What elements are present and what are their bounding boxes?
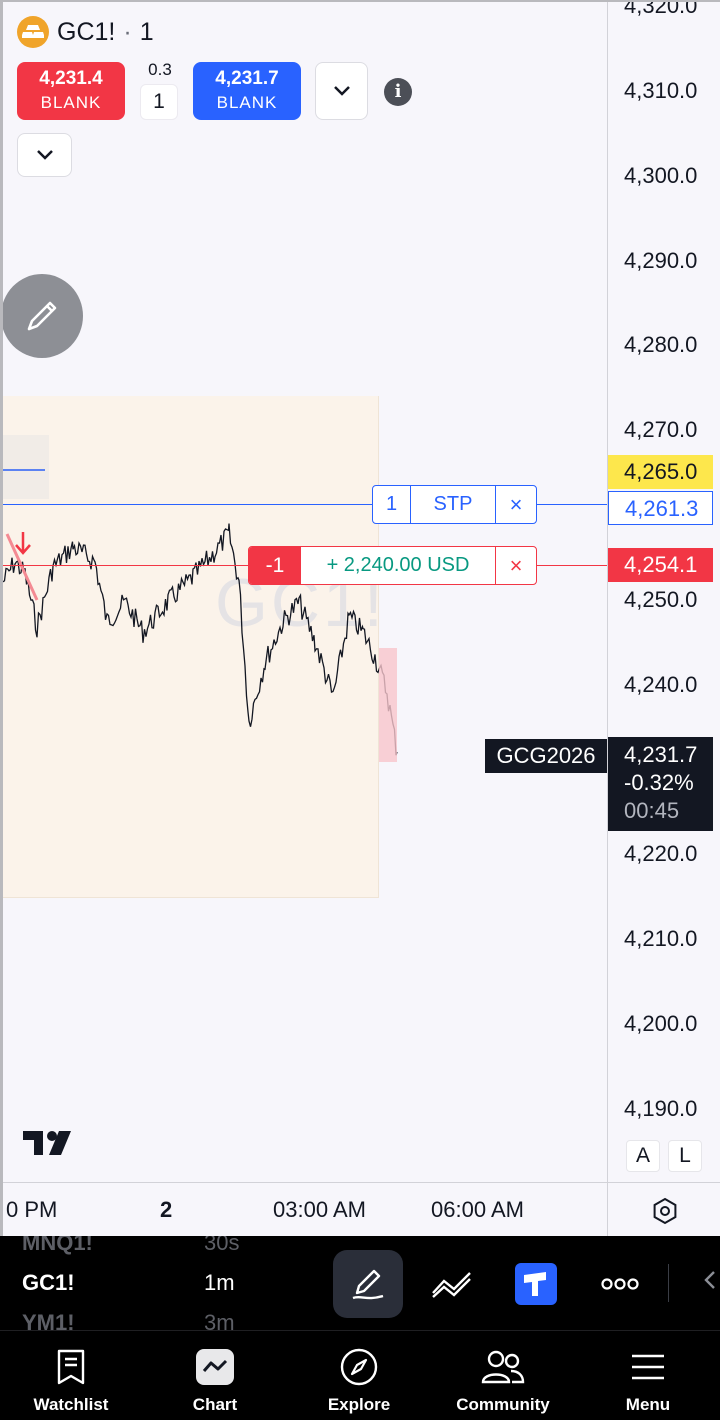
time-label: 06:00 AM bbox=[431, 1197, 524, 1222]
gold-bars-icon bbox=[17, 16, 49, 48]
price-axis-label: 4,270.0 bbox=[624, 417, 698, 443]
order-options-button[interactable] bbox=[315, 62, 368, 120]
price-axis-label: 4,190.0 bbox=[624, 1095, 698, 1121]
watchlist-interval[interactable]: 3m bbox=[204, 1310, 235, 1330]
last-price: 4,231.7 bbox=[624, 742, 698, 767]
position-tag[interactable]: -1 + 2,240.00 USD × bbox=[248, 546, 537, 585]
close-icon[interactable]: × bbox=[496, 486, 536, 523]
time-label: 2 bbox=[160, 1197, 173, 1222]
bottom-tab-bar: Watchlist Chart Explore Community Menu bbox=[0, 1330, 720, 1420]
price-axis[interactable]: 4,320.0 4,310.0 4,300.0 4,290.0 4,280.0 4,270… bbox=[607, 2, 720, 1182]
buy-label: BLANK bbox=[216, 93, 278, 112]
tab-menu[interactable]: Menu bbox=[578, 1331, 718, 1420]
watchlist-interval[interactable]: 30s bbox=[204, 1236, 239, 1256]
trading-panel-icon[interactable] bbox=[501, 1250, 571, 1318]
symbol-interval: 1 bbox=[139, 17, 154, 46]
log-scale-button[interactable]: L bbox=[668, 1140, 702, 1172]
symbol-name: GC1! bbox=[57, 17, 116, 46]
list-icon bbox=[56, 1339, 86, 1395]
compass-icon bbox=[339, 1339, 379, 1395]
chart-toolbar: MNQ1! 30s GC1! 1m YM1! 3m bbox=[0, 1236, 720, 1330]
people-icon bbox=[481, 1339, 525, 1395]
tab-label: Community bbox=[456, 1395, 550, 1414]
current-ticker[interactable]: GC1! bbox=[22, 1270, 75, 1296]
axis-separator bbox=[607, 1183, 608, 1236]
info-icon[interactable]: i bbox=[384, 78, 412, 106]
tab-explore[interactable]: Explore bbox=[289, 1331, 429, 1420]
stop-price-tag[interactable]: 4,261.3 bbox=[608, 491, 713, 525]
stop-order-tag[interactable]: 1 STP × bbox=[372, 485, 537, 524]
quantity-input[interactable]: 1 bbox=[140, 84, 178, 120]
legend-toggle-button[interactable] bbox=[17, 133, 72, 177]
price-axis-label: 4,290.0 bbox=[624, 247, 698, 273]
time-label: 03:00 AM bbox=[273, 1197, 366, 1222]
sell-button[interactable]: 4,231.4 BLANK bbox=[17, 62, 125, 120]
price-axis-label: 4,200.0 bbox=[624, 1010, 698, 1036]
watchlist-ticker[interactable]: YM1! bbox=[22, 1310, 75, 1330]
auto-scale-button[interactable]: A bbox=[626, 1140, 660, 1172]
symbol-header[interactable]: GC1! · 1 bbox=[17, 14, 154, 50]
price-series bbox=[3, 523, 398, 762]
bar-countdown: 00:45 bbox=[624, 798, 680, 823]
position-price-tag[interactable]: 4,254.1 bbox=[608, 548, 713, 582]
chart-icon bbox=[195, 1339, 235, 1395]
watchlist-ticker[interactable]: MNQ1! bbox=[22, 1236, 93, 1256]
stop-order-qty: 1 bbox=[373, 486, 411, 523]
trend-lines-icon[interactable] bbox=[417, 1250, 487, 1318]
pencil-icon bbox=[27, 301, 57, 331]
hamburger-icon bbox=[631, 1339, 665, 1395]
tab-watchlist[interactable]: Watchlist bbox=[1, 1331, 141, 1420]
price-axis-label: 4,310.0 bbox=[624, 78, 698, 103]
tradingview-logo[interactable] bbox=[23, 1128, 77, 1163]
close-icon[interactable]: × bbox=[496, 547, 536, 584]
buy-price: 4,231.7 bbox=[215, 68, 279, 89]
drawing-icon[interactable] bbox=[333, 1250, 403, 1318]
price-change: -0.32% bbox=[624, 770, 694, 795]
current-interval[interactable]: 1m bbox=[204, 1270, 235, 1296]
tab-community[interactable]: Community bbox=[433, 1331, 573, 1420]
more-icon[interactable] bbox=[585, 1250, 655, 1318]
tab-label: Watchlist bbox=[33, 1395, 109, 1414]
stop-order-type: STP bbox=[411, 486, 496, 523]
chart-settings-icon[interactable] bbox=[651, 1197, 679, 1230]
chevron-left-icon[interactable] bbox=[702, 1269, 716, 1296]
price-axis-label: 4,210.0 bbox=[624, 926, 698, 951]
price-axis-label: 4,280.0 bbox=[624, 332, 698, 358]
chevron-down-icon bbox=[333, 86, 350, 96]
price-axis-label: 4,240.0 bbox=[624, 671, 698, 697]
tab-chart[interactable]: Chart bbox=[145, 1331, 285, 1420]
price-axis-label: 4,300.0 bbox=[624, 162, 698, 188]
tab-label: Explore bbox=[327, 1395, 391, 1414]
buy-button[interactable]: 4,231.7 BLANK bbox=[193, 62, 301, 120]
chevron-down-icon bbox=[36, 150, 53, 160]
contract-label: GCG2026 bbox=[485, 739, 607, 773]
drawing-mode-button[interactable] bbox=[3, 274, 83, 358]
price-axis-label: 4,320.0 bbox=[624, 0, 698, 19]
time-axis[interactable]: 0 PM 2 03:00 AM 06:00 AM bbox=[3, 1182, 720, 1236]
tab-label: Menu bbox=[625, 1395, 671, 1414]
spread-value: 0.3 bbox=[148, 60, 172, 79]
sell-label: BLANK bbox=[40, 93, 102, 112]
price-axis-label: 4,220.0 bbox=[624, 841, 698, 867]
sell-price: 4,231.4 bbox=[39, 68, 103, 89]
chart-area[interactable]: GC1! GC1! · 1 4,231.4 BLANK 0.3 1 4,231.… bbox=[0, 0, 720, 1236]
last-price-tag: 4,231.7 -0.32% 00:45 bbox=[608, 737, 713, 831]
sell-marker-icon bbox=[15, 532, 31, 555]
time-label: 0 PM bbox=[6, 1197, 58, 1222]
price-axis-label: 4,250.0 bbox=[624, 586, 698, 612]
position-pnl: + 2,240.00 USD bbox=[301, 547, 496, 584]
position-qty: -1 bbox=[249, 547, 301, 584]
toolbar-divider bbox=[668, 1264, 669, 1302]
tab-label: Chart bbox=[192, 1395, 238, 1414]
alert-price-tag[interactable]: 4,265.0 bbox=[608, 455, 713, 489]
symbol-separator: · bbox=[123, 17, 132, 46]
